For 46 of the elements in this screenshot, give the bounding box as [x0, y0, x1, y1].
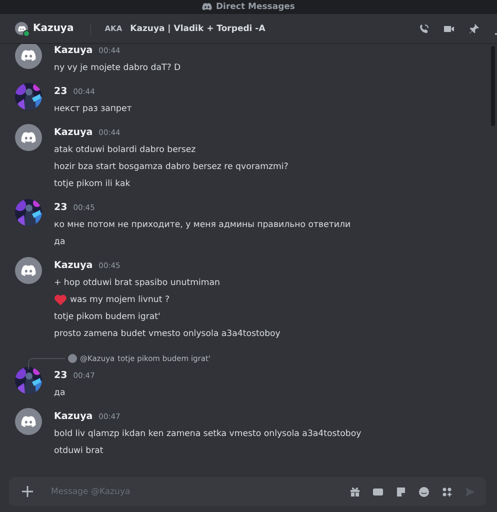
message-text: bold liv qlamzp ikdan ken zamena setka vmesto onlysola a3a4tostoboy	[54, 428, 362, 438]
controller-logo-icon	[21, 416, 36, 428]
author-name[interactable]: 23	[54, 202, 68, 213]
message-input[interactable]: Message @Kazuya	[49, 486, 349, 498]
author-name[interactable]: Kazuya	[54, 45, 93, 56]
sticker-icon[interactable]	[395, 486, 407, 498]
message-text: ny vy je mojete dabro daT? D	[54, 62, 181, 72]
message-text: otduwi brat	[54, 446, 104, 456]
message-text: некст раз запрет	[54, 104, 132, 114]
message-text: да	[54, 388, 66, 398]
emoji-icon[interactable]	[418, 486, 430, 498]
message-text: ко мне потом не приходите, у меня админы правильно ответили	[54, 220, 351, 230]
message-text: totje pikom ili kak	[54, 178, 130, 188]
plus-icon[interactable]	[22, 486, 33, 497]
message-text: totje pikom budem igrat'	[54, 312, 160, 322]
avatar-icon[interactable]	[15, 44, 42, 69]
avatar-icon[interactable]	[15, 124, 42, 151]
author-name[interactable]: Kazuya	[54, 411, 93, 422]
controller-logo-icon	[202, 3, 212, 11]
message-text: was my mojem livnut ?	[70, 294, 170, 304]
message-text: hozir bza start bosgamza dabro bersez re qvoramzmi?	[54, 162, 288, 172]
avatar-icon[interactable]	[15, 257, 42, 284]
controller-logo-icon	[21, 132, 36, 144]
gift-icon[interactable]	[349, 486, 361, 498]
author-name[interactable]: 23	[54, 370, 68, 381]
avatar-icon[interactable]	[15, 408, 42, 435]
message-text: prosto zamena budet vmesto onlysola a3a4tostoboy	[54, 328, 280, 338]
pin-icon[interactable]	[468, 22, 480, 34]
window-title: Direct Messages	[216, 2, 295, 12]
message-text: да	[54, 236, 66, 246]
controller-logo-icon	[18, 26, 26, 32]
author-name[interactable]: Kazuya	[54, 127, 93, 138]
author-name[interactable]: Kazuya	[54, 260, 93, 271]
heart-icon	[54, 294, 67, 306]
avatar-icon	[68, 354, 77, 362]
phone-icon[interactable]	[418, 22, 430, 34]
controller-logo-icon	[21, 264, 36, 276]
author-name[interactable]: 23	[54, 86, 68, 97]
alias-name: Kazuya | Vladik + Torpedi -A	[130, 24, 266, 34]
message-text: atak otduwi bolardi dabro bersez	[54, 144, 196, 154]
apps-icon[interactable]	[441, 486, 453, 498]
gif-icon[interactable]	[372, 486, 384, 498]
user-name: Kazuya	[33, 23, 74, 34]
message-field[interactable]: Message @Kazuya	[9, 477, 486, 506]
controller-logo-icon	[21, 50, 36, 62]
message-text: + hop otduwi brat spasibo unutmiman	[54, 278, 220, 288]
